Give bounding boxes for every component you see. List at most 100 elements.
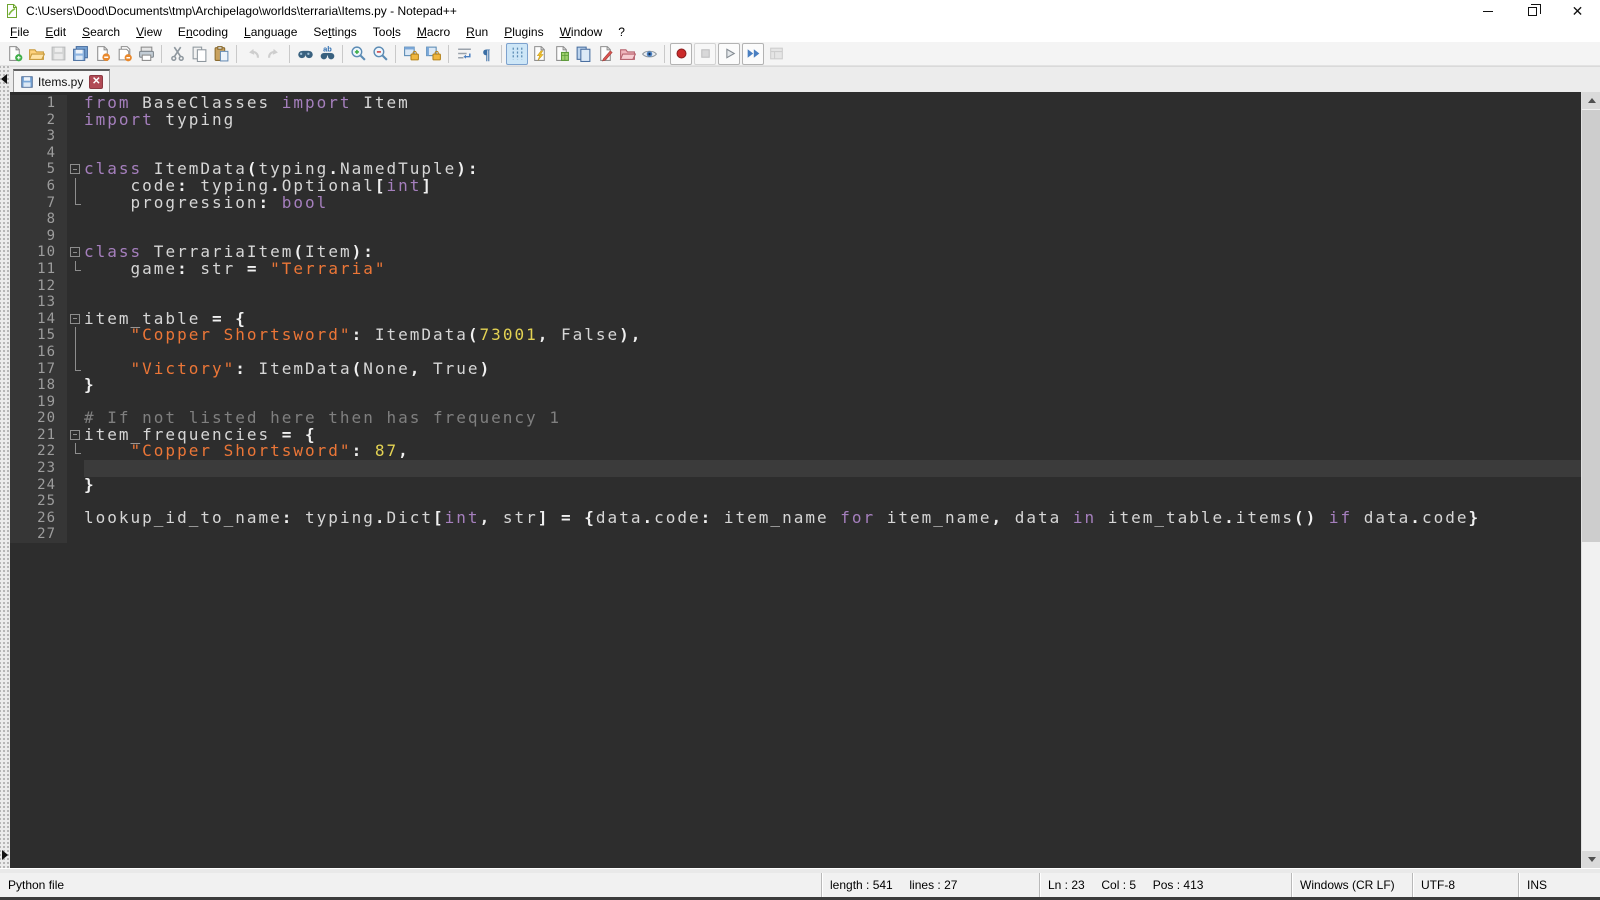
macro-stop-icon[interactable]	[694, 43, 716, 65]
code-line[interactable]: 24}	[10, 477, 1581, 494]
menu-tools[interactable]: Tools	[365, 23, 409, 41]
menu-file[interactable]: File	[2, 23, 37, 41]
fold-collapse-icon[interactable]	[70, 247, 80, 257]
define-language-icon[interactable]	[594, 43, 616, 65]
status-encoding: UTF-8	[1413, 873, 1519, 897]
vertical-scrollbar[interactable]	[1581, 92, 1600, 868]
line-number: 23	[10, 460, 67, 477]
code-line[interactable]: 1from BaseClasses import Item	[10, 95, 1581, 112]
menu-settings[interactable]: Settings	[305, 23, 364, 41]
show-all-characters-icon[interactable]: ¶	[475, 43, 497, 65]
macro-record-icon[interactable]	[670, 43, 692, 65]
toolbar-separator	[161, 45, 162, 63]
tab-close-icon[interactable]: ✕	[89, 75, 103, 89]
fold-guide	[75, 178, 76, 195]
tab-items-py[interactable]: Items.py ✕	[13, 69, 110, 93]
scroll-up-button[interactable]	[1582, 92, 1600, 109]
editor-area: 1from BaseClasses import Item2import typ…	[10, 92, 1600, 868]
replace-icon[interactable]: ab	[316, 43, 338, 65]
menu-encoding[interactable]: Encoding	[170, 23, 236, 41]
line-number: 21	[10, 427, 67, 444]
find-icon[interactable]	[294, 43, 316, 65]
monitoring-icon[interactable]	[638, 43, 660, 65]
show-indent-guide-icon[interactable]	[506, 43, 528, 65]
code-text: game: str = "Terraria"	[84, 261, 1581, 278]
close-icon[interactable]	[91, 43, 113, 65]
code-line[interactable]: 12	[10, 278, 1581, 295]
fold-collapse-icon[interactable]	[70, 164, 80, 174]
close-all-icon[interactable]	[113, 43, 135, 65]
word-wrap-icon[interactable]	[453, 43, 475, 65]
code-line[interactable]: 18}	[10, 377, 1581, 394]
code-text	[84, 211, 1581, 228]
toolbar-separator	[501, 45, 502, 63]
new-file-icon[interactable]	[3, 43, 25, 65]
fold-margin[interactable]	[67, 311, 84, 328]
menu-plugins[interactable]: Plugins	[496, 23, 551, 41]
fold-margin	[67, 327, 84, 344]
fold-guide	[75, 344, 76, 361]
fold-collapse-icon[interactable]	[70, 314, 80, 324]
menu-macro[interactable]: Macro	[409, 23, 458, 41]
save-icon[interactable]	[47, 43, 69, 65]
function-list-icon[interactable]	[528, 43, 550, 65]
toolbar-separator	[289, 45, 290, 63]
menu-run[interactable]: Run	[458, 23, 496, 41]
zoom-in-icon[interactable]	[347, 43, 369, 65]
fold-margin[interactable]	[67, 244, 84, 261]
menu-window[interactable]: Window	[552, 23, 611, 41]
paste-icon[interactable]	[210, 43, 232, 65]
cut-icon[interactable]	[166, 43, 188, 65]
dock-collapse-right-icon[interactable]	[2, 850, 8, 860]
code-text	[84, 526, 1581, 543]
code-line[interactable]: 8	[10, 211, 1581, 228]
save-all-icon[interactable]	[69, 43, 91, 65]
sync-scroll-vertical-icon[interactable]	[400, 43, 422, 65]
line-number: 22	[10, 443, 67, 460]
code-line[interactable]: 23	[10, 460, 1581, 477]
fold-collapse-icon[interactable]	[70, 430, 80, 440]
code-line[interactable]: 7 progression: bool	[10, 195, 1581, 212]
menu-search[interactable]: Search	[74, 23, 128, 41]
code-editor[interactable]: 1from BaseClasses import Item2import typ…	[10, 92, 1581, 868]
redo-icon[interactable]	[263, 43, 285, 65]
macro-play-icon[interactable]	[718, 43, 740, 65]
scroll-down-icon	[1588, 857, 1596, 862]
menu-[interactable]: ?	[610, 23, 633, 41]
code-line[interactable]: 27	[10, 526, 1581, 543]
macro-save-icon[interactable]	[765, 43, 787, 65]
undo-icon[interactable]	[241, 43, 263, 65]
menu-edit[interactable]: Edit	[37, 23, 74, 41]
code-line[interactable]: 15 "Copper Shortsword": ItemData(73001, …	[10, 327, 1581, 344]
scroll-down-button[interactable]	[1582, 851, 1600, 868]
open-file-icon[interactable]	[25, 43, 47, 65]
folder-as-workspace-icon[interactable]	[616, 43, 638, 65]
restore-icon	[1528, 7, 1537, 16]
document-map-icon[interactable]	[550, 43, 572, 65]
code-text: }	[84, 377, 1581, 394]
print-icon[interactable]	[135, 43, 157, 65]
line-number: 20	[10, 410, 67, 427]
close-button[interactable]: ✕	[1555, 0, 1600, 22]
fold-margin[interactable]	[67, 161, 84, 178]
menu-view[interactable]: View	[128, 23, 170, 41]
document-list-icon[interactable]	[572, 43, 594, 65]
code-line[interactable]: 2import typing	[10, 112, 1581, 129]
fold-margin[interactable]	[67, 427, 84, 444]
macro-run-multiple-icon[interactable]	[742, 43, 764, 65]
line-number: 26	[10, 510, 67, 527]
restore-button[interactable]	[1510, 0, 1555, 22]
sync-scroll-horizontal-icon[interactable]	[422, 43, 444, 65]
menu-language[interactable]: Language	[236, 23, 305, 41]
code-line[interactable]: 22 "Copper Shortsword": 87,	[10, 443, 1581, 460]
zoom-out-icon[interactable]	[369, 43, 391, 65]
code-line[interactable]: 17 "Victory": ItemData(None, True)	[10, 361, 1581, 378]
code-line[interactable]: 26lookup_id_to_name: typing.Dict[int, st…	[10, 510, 1581, 527]
copy-icon[interactable]	[188, 43, 210, 65]
dock-splitter[interactable]	[0, 66, 10, 868]
scrollbar-thumb[interactable]	[1582, 110, 1600, 542]
minimize-button[interactable]	[1465, 0, 1510, 22]
code-line[interactable]: 11 game: str = "Terraria"	[10, 261, 1581, 278]
dock-collapse-left-icon[interactable]	[1, 74, 7, 84]
code-line[interactable]: 3	[10, 128, 1581, 145]
